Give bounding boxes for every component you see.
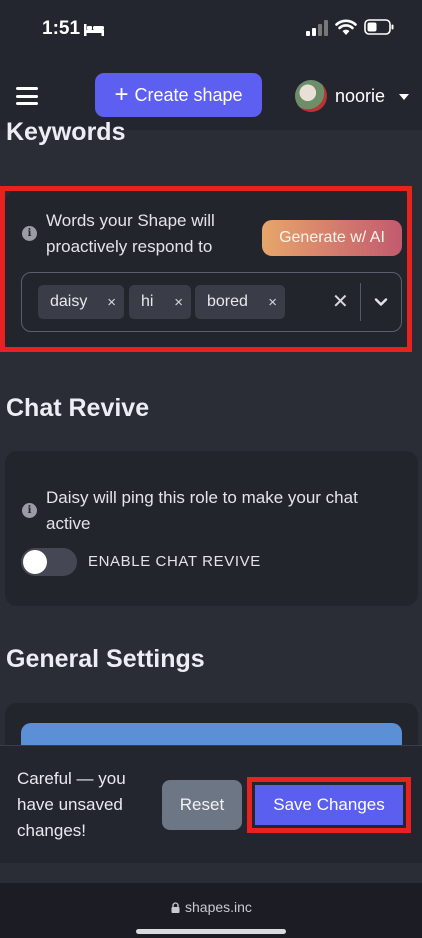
status-time: 1:51 [42, 18, 81, 39]
signal-icon [306, 20, 328, 36]
lock-icon [171, 902, 180, 913]
toggle-knob [23, 550, 47, 574]
general-settings-title: General Settings [6, 645, 205, 673]
highlight-box [0, 186, 412, 352]
chat-revive-toggle-label: ENABLE CHAT REVIVE [88, 553, 261, 570]
chat-revive-toggle[interactable] [21, 548, 77, 576]
url-text[interactable]: shapes.inc [185, 899, 252, 915]
battery-icon [364, 19, 394, 35]
wifi-icon [335, 19, 357, 35]
home-indicator[interactable] [136, 929, 286, 934]
highlight-box [247, 777, 411, 833]
bed-icon [84, 24, 104, 36]
info-icon: i [22, 503, 37, 518]
chat-revive-title: Chat Revive [6, 394, 150, 422]
chat-revive-description: Daisy will ping this role to make your c… [46, 488, 358, 533]
unsaved-changes-message: Careful — you have unsaved changes! [17, 769, 126, 840]
reset-button[interactable]: Reset [162, 780, 242, 830]
status-bar: 1:51 [0, 0, 422, 60]
